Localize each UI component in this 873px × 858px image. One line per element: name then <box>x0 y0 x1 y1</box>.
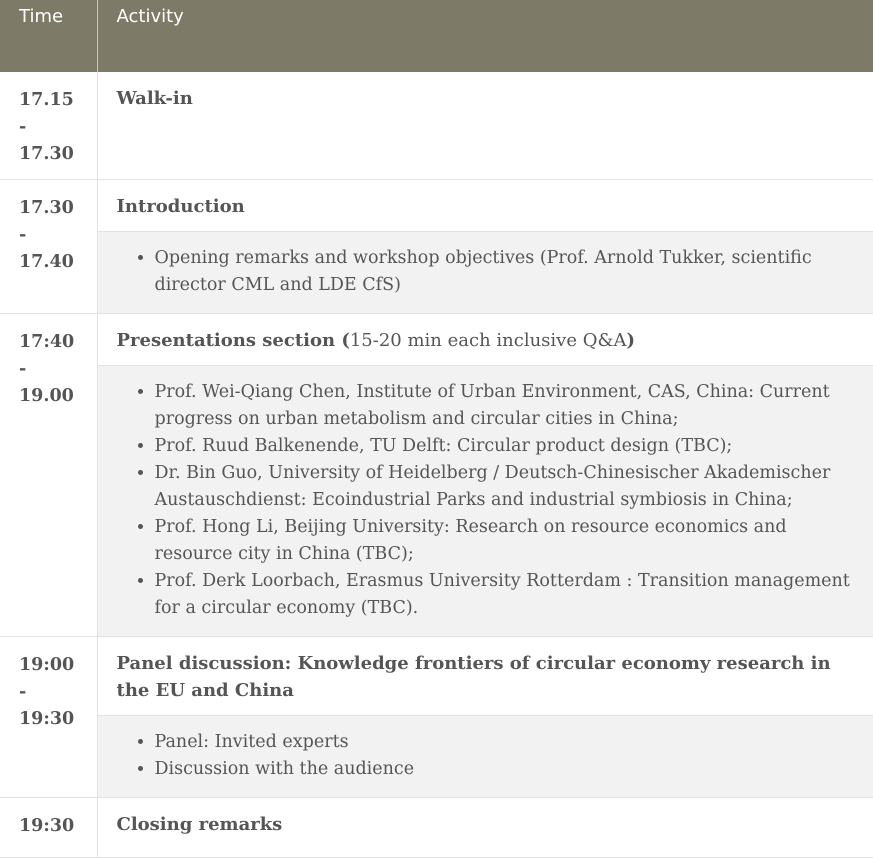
title-note: 15-20 min each inclusive Q&A <box>350 330 627 351</box>
activity-cell: Introduction Opening remarks and worksho… <box>97 179 873 313</box>
activity-details: Panel: Invited experts Discussion with t… <box>98 715 873 797</box>
table-row: 19:30 Closing remarks <box>0 797 873 857</box>
activity-title: Walk-in <box>98 72 873 112</box>
header-time: Time <box>0 0 97 72</box>
time-cell: 17:40 - 19.00 <box>0 313 97 636</box>
time-cell: 19:30 <box>0 797 97 857</box>
time-cell: 17.30 - 17.40 <box>0 179 97 313</box>
list-item: Prof. Hong Li, Beijing University: Resea… <box>155 514 855 568</box>
time-cell: 17.15 - 17.30 <box>0 72 97 179</box>
title-close: ) <box>627 330 636 351</box>
list-item: Prof. Wei-Qiang Chen, Institute of Urban… <box>155 379 855 433</box>
time-start: 17:40 <box>19 329 97 356</box>
list-item: Opening remarks and workshop objectives … <box>155 245 855 299</box>
activity-cell: Presentations section (15-20 min each in… <box>97 313 873 636</box>
list-item: Dr. Bin Guo, University of Heidelberg / … <box>155 460 855 514</box>
title-main: Presentations section <box>117 330 336 351</box>
time-start: 19:30 <box>19 813 97 840</box>
table-row: 17.30 - 17.40 Introduction Opening remar… <box>0 179 873 313</box>
activity-details: Prof. Wei-Qiang Chen, Institute of Urban… <box>98 365 873 636</box>
table-row: 19:00 - 19:30 Panel discussion: Knowledg… <box>0 636 873 797</box>
list-item: Panel: Invited experts <box>155 729 855 756</box>
activity-title: Panel discussion: Knowledge frontiers of… <box>98 637 873 715</box>
time-start: 19:00 <box>19 652 97 679</box>
time-cell: 19:00 - 19:30 <box>0 636 97 797</box>
time-sep: - <box>19 114 97 141</box>
schedule-table: Time Activity 17.15 - 17.30 Walk-in 17.3… <box>0 0 873 858</box>
time-sep: - <box>19 679 97 706</box>
activity-cell: Closing remarks <box>97 797 873 857</box>
time-sep: - <box>19 356 97 383</box>
activity-details: Opening remarks and workshop objectives … <box>98 231 873 313</box>
table-row: 17:40 - 19.00 Presentations section (15-… <box>0 313 873 636</box>
activity-title: Introduction <box>98 180 873 231</box>
activity-title: Closing remarks <box>98 798 873 838</box>
header-row: Time Activity <box>0 0 873 72</box>
time-end: 17.30 <box>19 141 97 168</box>
time-start: 17.30 <box>19 195 97 222</box>
title-open: ( <box>335 330 350 351</box>
header-activity: Activity <box>97 0 873 72</box>
activity-cell: Walk-in <box>97 72 873 179</box>
time-end: 19.00 <box>19 383 97 410</box>
list-item: Prof. Ruud Balkenende, TU Delft: Circula… <box>155 433 855 460</box>
activity-title: Presentations section (15-20 min each in… <box>98 314 873 365</box>
list-item: Discussion with the audience <box>155 756 855 783</box>
time-start: 17.15 <box>19 87 97 114</box>
list-item: Prof. Derk Loorbach, Erasmus University … <box>155 568 855 622</box>
table-row: 17.15 - 17.30 Walk-in <box>0 72 873 179</box>
time-sep: - <box>19 222 97 249</box>
time-end: 17.40 <box>19 249 97 276</box>
activity-cell: Panel discussion: Knowledge frontiers of… <box>97 636 873 797</box>
time-end: 19:30 <box>19 706 97 733</box>
